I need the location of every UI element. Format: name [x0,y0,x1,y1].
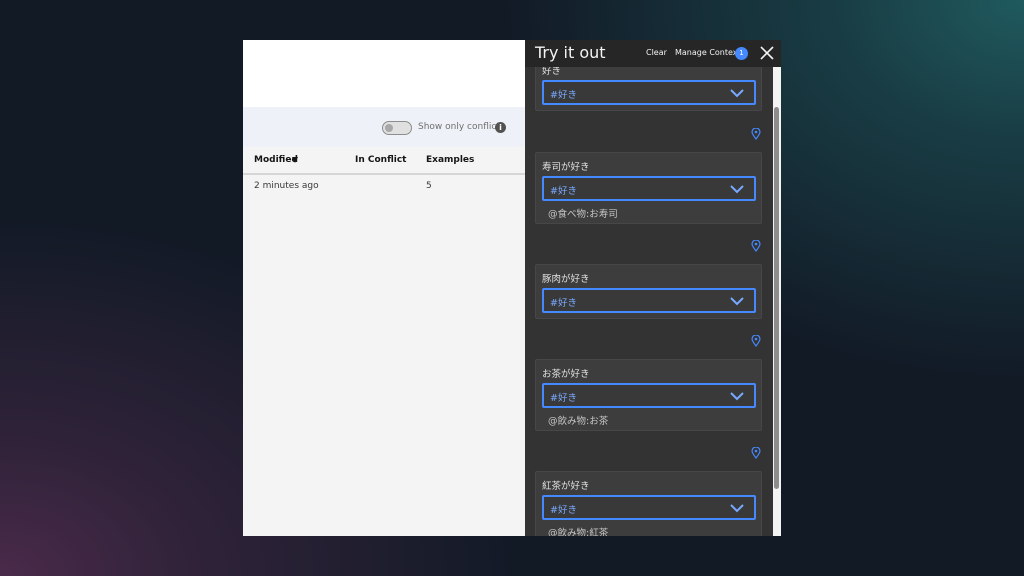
page-header-area [243,40,525,107]
user-utterance: お茶が好き [542,369,590,380]
location-pin-icon[interactable] [751,240,761,252]
intent-dropdown[interactable]: #好き [542,383,756,408]
user-utterance: 豚肉が好き [542,274,590,285]
message-card: 寿司が好き #好き @食べ物:お寿司 [535,152,762,224]
scrollbar-thumb[interactable] [774,107,779,489]
intent-dropdown[interactable]: #好き [542,288,756,313]
chevron-down-icon [730,504,744,513]
message-card: 豚肉が好き #好き [535,264,762,319]
panel-title: Try it out [535,43,606,62]
location-pin-icon[interactable] [751,128,761,140]
cell-examples: 5 [426,181,432,191]
app-window: Show only conflicts i Modified In Confli… [243,40,781,536]
location-pin-icon[interactable] [751,447,761,459]
intent-value: #好き [550,298,577,309]
chevron-down-icon [730,89,744,98]
show-conflicts-toggle[interactable] [382,121,412,135]
intent-value: #好き [550,186,577,197]
manage-context-button[interactable]: Manage Context [675,48,741,57]
info-icon[interactable]: i [495,122,506,133]
chevron-down-icon [730,297,744,306]
entity-label[interactable]: @食べ物:お寿司 [548,206,618,220]
intent-value: #好き [550,90,577,101]
chevron-down-icon [730,392,744,401]
try-panel-header: Try it out Clear Manage Context 1 [525,40,781,67]
message-card: 紅茶が好き #好き @飲み物:紅茶 [535,471,762,536]
entity-label[interactable]: @飲み物:紅茶 [548,525,608,536]
message-card: お茶が好き #好き @飲み物:お茶 [535,359,762,431]
intent-dropdown[interactable]: #好き [542,176,756,201]
table-header: Modified In Conflict Examples [243,148,525,175]
sort-down-icon[interactable] [292,157,298,163]
column-header-in-conflict[interactable]: In Conflict [355,155,406,165]
intent-dropdown[interactable]: #好き [542,80,756,105]
toggle-knob [385,124,393,132]
entity-label[interactable]: @飲み物:お茶 [548,413,608,427]
clear-button[interactable]: Clear [646,48,667,57]
column-header-examples[interactable]: Examples [426,155,474,165]
context-count-badge: 1 [735,47,748,60]
cell-modified: 2 minutes ago [254,181,319,191]
location-pin-icon[interactable] [751,335,761,347]
intent-value: #好き [550,393,577,404]
intent-value: #好き [550,505,577,516]
show-conflicts-label: Show only conflicts [418,122,505,132]
chevron-down-icon [730,185,744,194]
close-icon[interactable] [759,45,775,61]
intent-dropdown[interactable]: #好き [542,495,756,520]
try-it-out-panel: 好き #好き 寿司が好き #好き @食べ物:お寿司 豚肉が好き #好き お茶が好… [525,40,781,536]
intent-table-panel: Show only conflicts i Modified In Confli… [243,40,525,536]
user-utterance: 紅茶が好き [542,481,590,492]
user-utterance: 寿司が好き [542,162,590,173]
